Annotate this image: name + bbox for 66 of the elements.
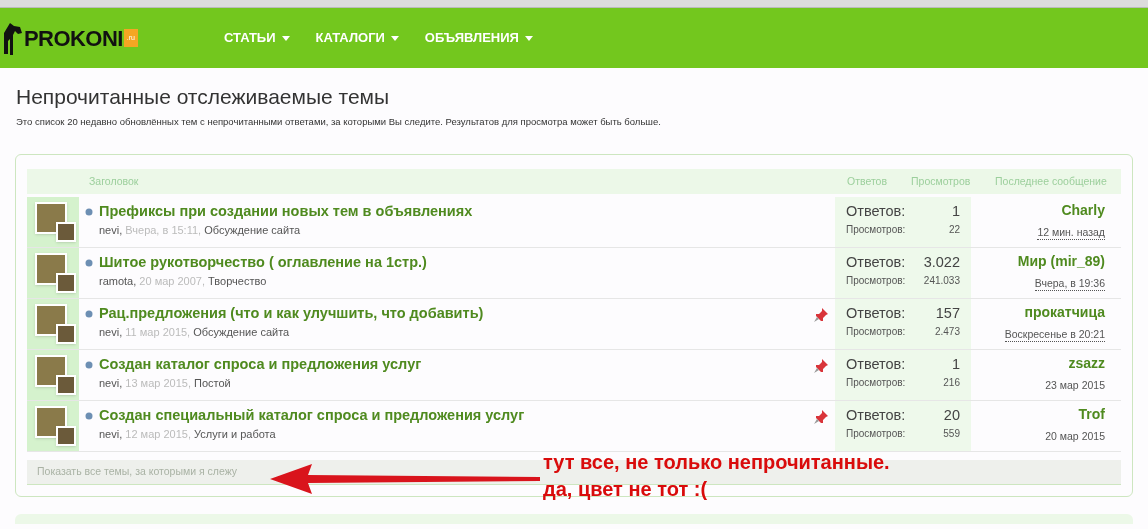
replies-count: 20 [943,406,960,426]
replies-label: Ответов: [846,253,906,273]
thread-meta: nevi, 12 мар 2015, Услуги и работа [99,427,277,442]
thread-meta: nevi, Вчера, в 15:11, Обсуждение сайта [99,223,302,238]
unread-dot-icon [85,361,93,370]
replies-label: Ответов: [846,355,906,375]
replies-label: Ответов: [846,202,906,222]
last-post-user[interactable]: zsazz [1068,354,1105,373]
last-post-user[interactable]: Charly [1061,201,1105,220]
replies-label: Ответов: [846,304,906,324]
views-label: Просмотров: [846,376,906,391]
replies-count: 157 [935,304,960,324]
caret-icon [390,35,399,41]
last-post-date[interactable]: 20 мар 2015 [1045,429,1105,444]
unread-dot-icon [85,208,93,217]
views-count: 22 [948,223,960,238]
views-label: Просмотров: [846,223,906,238]
nav-menu-button[interactable]: ОБЪЯВЛЕНИЯ [412,18,545,58]
thread-title[interactable]: Префиксы при создании новых тем в объявлениях [99,202,473,221]
nav-menu-button[interactable]: КАТАЛОГИ [303,18,411,58]
last-post-date[interactable]: 23 мар 2015 [1045,378,1105,393]
horse-logo-icon [2,21,24,55]
thread-title[interactable]: Шитое рукотворчество ( оглавление на 1стр.) [99,253,427,272]
last-post-user[interactable]: Trof [1078,405,1105,424]
nav-menu-button[interactable]: СТАТЬИ [212,18,302,58]
replies-count: 1 [951,202,960,222]
avatar-pair-drawing[interactable] [35,406,76,447]
last-post-user[interactable]: прокатчица [1024,303,1105,322]
thread-title[interactable]: Создан каталог спроса и предложения услуг [99,355,422,374]
thread-title[interactable]: Создан специальный каталог спроса и предложения услуг [99,406,525,425]
views-label: Просмотров: [846,274,906,289]
page-title: Непрочитанные отслеживаемые темы [16,84,391,110]
thread-meta: nevi, 13 мар 2015, Постой [99,376,232,391]
caret-icon [524,35,533,41]
replies-label: Ответов: [846,406,906,426]
unread-dot-icon [85,259,93,268]
replies-count: 3.022 [923,253,960,273]
views-count: 241.033 [923,274,960,289]
thread-meta: nevi, 11 мар 2015, Обсуждение сайта [99,325,291,340]
views-count: 559 [943,427,960,442]
page-description: Это список 20 недавно обновлённых тем с непрочитанными ответами, за которыми Вы следите. Результатов для просмотра может быть больше. [16,115,662,129]
avatar-pair-drawing[interactable] [35,253,76,294]
column-header: Просмотров [911,173,972,189]
column-header: Последнее сообщение [995,173,1108,189]
last-post-user[interactable]: Мир (mir_89) [1017,252,1105,271]
annotation-text: тут все, не только непрочитанные. [543,450,890,475]
unread-dot-icon [85,412,93,421]
column-header: Ответов [847,173,889,189]
avatar-pair-drawing[interactable] [35,304,76,345]
thread-meta: ramota, 20 мар 2007, Творчество [99,274,268,289]
column-header: Заголовок [89,173,140,189]
views-label: Просмотров: [846,427,906,442]
last-post-date[interactable]: Воскресенье в 20:21 [1004,327,1105,343]
caret-icon [281,35,290,41]
replies-count: 1 [951,355,960,375]
annotation-text: да, цвет не тот :( [543,477,709,502]
avatar-pair-drawing[interactable] [35,202,76,243]
logo-text[interactable]: PROKONI [24,21,123,55]
views-count: 216 [943,376,960,391]
thread-title[interactable]: Рац.предложения (что и как улучшить, что добавить) [99,304,484,323]
views-label: Просмотров: [846,325,906,340]
views-count: 2.473 [934,325,960,340]
last-post-date[interactable]: Вчера, в 19:36 [1034,276,1105,292]
unread-dot-icon [85,310,93,319]
avatar-pair-drawing[interactable] [35,355,76,396]
last-post-date[interactable]: 12 мин. назад [1037,225,1105,241]
